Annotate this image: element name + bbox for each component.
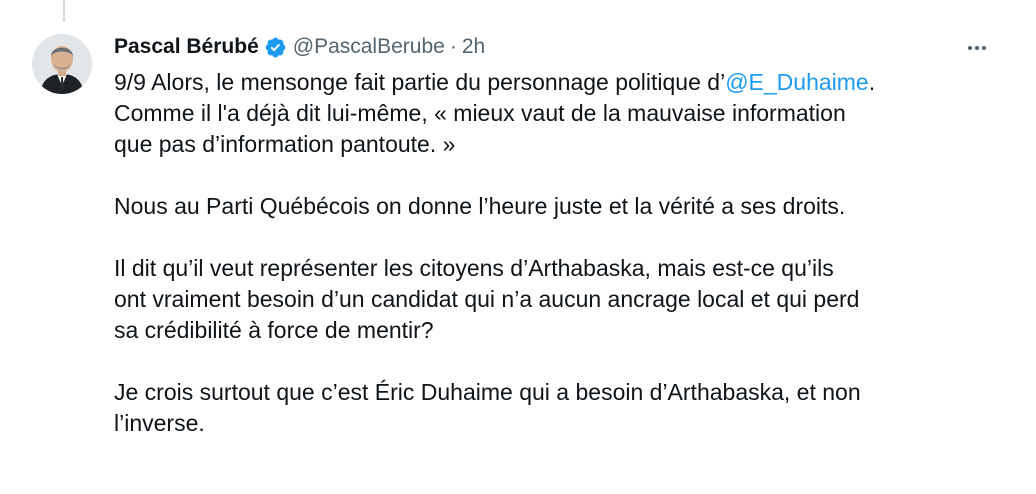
paragraph-1: 9/9 Alors, le mensonge fait partie du pe… — [114, 67, 1004, 160]
text-segment: Comme il l'a déjà dit lui-même, « mieux … — [114, 100, 846, 126]
verified-badge-icon[interactable] — [264, 36, 287, 59]
text-segment: 9/9 Alors, le mensonge fait partie du pe… — [114, 69, 726, 95]
text-segment: sa crédibilité à force de mentir? — [114, 317, 434, 343]
text-segment: ont vraiment besoin d’un candidat qui n’… — [114, 286, 860, 312]
paragraph-2: Nous au Parti Québécois on donne l’heure… — [114, 191, 1004, 222]
avatar[interactable] — [32, 34, 92, 94]
tweet-header: Pascal Bérubé @PascalBerube · 2h — [114, 32, 485, 62]
avatar-photo — [32, 34, 92, 94]
text-segment: que pas d’information pantoute. » — [114, 131, 456, 157]
tweet-card[interactable]: Pascal Bérubé @PascalBerube · 2h 9/9 Alo… — [0, 0, 1036, 494]
more-dot — [975, 46, 979, 50]
tweet-timestamp[interactable]: 2h — [462, 35, 485, 59]
tweet-text: 9/9 Alors, le mensonge fait partie du pe… — [114, 67, 1004, 439]
text-segment: l’inverse. — [114, 410, 205, 436]
header-separator: · — [449, 35, 457, 58]
text-segment: . — [868, 69, 876, 95]
more-dot — [982, 46, 986, 50]
text-segment: Il dit qu’il veut représenter les citoye… — [114, 255, 834, 281]
paragraph-3: Il dit qu’il veut représenter les citoye… — [114, 253, 1004, 346]
mention-link[interactable]: @E_Duhaime — [725, 69, 869, 95]
author-handle[interactable]: @PascalBerube — [293, 35, 445, 59]
text-segment: Je crois surtout que c’est Éric Duhaime … — [114, 379, 861, 405]
paragraph-4: Je crois surtout que c’est Éric Duhaime … — [114, 377, 1004, 439]
thread-connector-line — [63, 0, 65, 22]
text-segment: Nous au Parti Québécois on donne l’heure… — [114, 193, 846, 219]
more-dot — [968, 46, 972, 50]
more-options-icon[interactable] — [962, 36, 992, 60]
author-display-name[interactable]: Pascal Bérubé — [114, 35, 259, 59]
